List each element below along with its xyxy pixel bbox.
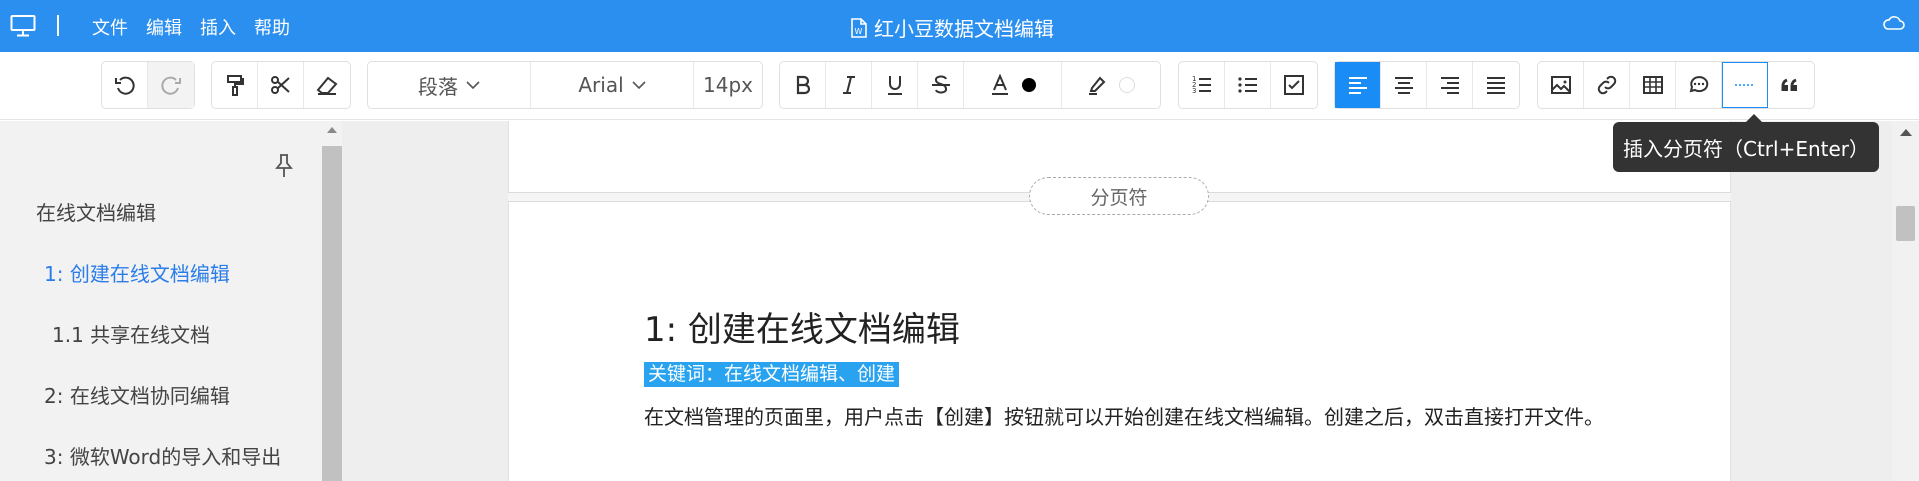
bullet-list-button[interactable] — [1225, 62, 1271, 108]
paragraph-style-select[interactable]: 段落 — [368, 62, 531, 108]
align-group — [1334, 61, 1520, 109]
insert-link-button[interactable] — [1584, 62, 1630, 108]
outline-sidebar: 在线文档编辑 1: 创建在线文档编辑 1.1 共享在线文档 2: 在线文档协同编… — [0, 121, 322, 481]
scrollbar-thumb[interactable] — [1896, 206, 1915, 241]
undo-icon — [114, 76, 135, 95]
page-break-icon — [1734, 84, 1755, 86]
insert-table-button[interactable] — [1630, 62, 1676, 108]
word-file-icon: W — [851, 17, 867, 38]
menu-help[interactable]: 帮助 — [254, 14, 290, 40]
format-painter-icon — [226, 75, 244, 96]
redo-icon — [161, 76, 181, 95]
align-center-icon — [1394, 77, 1413, 94]
cloud-icon[interactable] — [1883, 15, 1905, 31]
align-left-button[interactable] — [1335, 62, 1381, 108]
font-family-select[interactable]: Arial — [531, 62, 694, 108]
task-list-button[interactable] — [1271, 62, 1317, 108]
strikethrough-icon — [931, 75, 950, 94]
outline-item-word[interactable]: 3: 微软Word的导入和导出 — [44, 441, 281, 470]
clipboard-group — [211, 61, 351, 109]
chevron-down-icon — [466, 81, 480, 90]
insert-quote-button[interactable] — [1768, 62, 1814, 108]
insert-page-break-button[interactable] — [1722, 62, 1768, 108]
bullet-list-icon — [1237, 77, 1257, 93]
tooltip: 插入分页符（Ctrl+Enter） — [1613, 114, 1879, 172]
monitor-icon[interactable] — [10, 14, 36, 38]
insert-comment-button[interactable] — [1676, 62, 1722, 108]
ordered-list-button[interactable]: 123 — [1179, 62, 1225, 108]
eraser-icon — [316, 76, 338, 95]
image-icon — [1550, 76, 1571, 94]
top-bar: 文件 编辑 插入 帮助 W 红小豆数据文档编辑 — [0, 0, 1919, 52]
document-paragraph[interactable]: 在文档管理的页面里，用户点击【创建】按钮就可以开始创建在线文档编辑。创建之后，双… — [644, 402, 1604, 433]
bold-icon — [796, 75, 810, 95]
outline-item-share[interactable]: 1.1 共享在线文档 — [52, 319, 210, 348]
menu-bar: 文件 编辑 插入 帮助 — [92, 14, 308, 40]
font-color-icon — [991, 73, 1008, 95]
scroll-up-arrow[interactable] — [1900, 129, 1912, 136]
outline-item-doc[interactable]: 在线文档编辑 — [36, 197, 156, 226]
link-icon — [1597, 75, 1616, 95]
align-left-icon — [1348, 77, 1367, 94]
strikethrough-button[interactable] — [918, 62, 964, 108]
menu-file[interactable]: 文件 — [92, 14, 128, 40]
color-swatch-icon — [1021, 78, 1036, 92]
document-heading[interactable]: 1: 创建在线文档编辑 — [644, 302, 960, 351]
document-scrollbar[interactable] — [1892, 121, 1919, 481]
comment-icon — [1689, 76, 1708, 93]
highlight-color-button[interactable] — [1062, 62, 1160, 108]
table-icon — [1642, 76, 1663, 94]
cut-button[interactable] — [258, 62, 304, 108]
list-group: 123 — [1178, 61, 1318, 109]
checkbox-icon — [1284, 75, 1304, 95]
clear-format-button[interactable] — [304, 62, 350, 108]
italic-icon — [842, 76, 855, 94]
page-break-label: 分页符 — [1029, 177, 1209, 215]
text-color-dot — [1021, 78, 1036, 92]
undo-button[interactable] — [102, 62, 148, 108]
align-right-icon — [1440, 77, 1459, 94]
pin-icon[interactable] — [273, 153, 295, 179]
paragraph-style-value: 段落 — [418, 74, 458, 99]
svg-text:W: W — [855, 27, 863, 36]
align-justify-button[interactable] — [1473, 62, 1519, 108]
format-painter-button[interactable] — [212, 62, 258, 108]
scrollbar-thumb[interactable] — [322, 146, 342, 481]
document-title: W 红小豆数据文档编辑 — [850, 13, 1054, 42]
scissors-icon — [270, 76, 290, 94]
align-right-button[interactable] — [1427, 62, 1473, 108]
outline-item-create[interactable]: 1: 创建在线文档编辑 — [44, 258, 230, 287]
underline-button[interactable] — [872, 62, 918, 108]
underline-icon — [887, 76, 902, 95]
toolbar: 段落 Arial 14px 1 2 3 — [0, 52, 1919, 120]
align-justify-icon — [1487, 77, 1505, 94]
scroll-up-arrow[interactable] — [327, 127, 337, 133]
text-color-button[interactable] — [964, 62, 1062, 108]
font-size-value: 14px — [703, 73, 753, 97]
menu-edit[interactable]: 编辑 — [146, 14, 182, 40]
svg-text:3: 3 — [1192, 87, 1196, 95]
align-center-button[interactable] — [1381, 62, 1427, 108]
menu-insert[interactable]: 插入 — [200, 14, 236, 40]
font-family-value: Arial — [578, 73, 624, 97]
document-title-text: 红小豆数据文档编辑 — [874, 17, 1054, 41]
insert-group — [1537, 61, 1815, 109]
history-group — [101, 61, 195, 109]
highlighter-icon — [1089, 76, 1106, 95]
insert-image-button[interactable] — [1538, 62, 1584, 108]
redo-button[interactable] — [148, 62, 194, 108]
divider — [57, 15, 59, 36]
color-swatch-icon — [1119, 77, 1135, 93]
font-size-select[interactable]: 14px — [694, 62, 762, 108]
chevron-down-icon — [632, 81, 646, 90]
text-style-group — [779, 61, 1161, 109]
keywords-selected-text[interactable]: 关键词：在线文档编辑、创建 — [644, 362, 900, 387]
bold-button[interactable] — [780, 62, 826, 108]
quote-icon — [1781, 78, 1797, 91]
font-group: 段落 Arial 14px — [367, 61, 763, 109]
italic-button[interactable] — [826, 62, 872, 108]
sidebar-scrollbar[interactable] — [322, 121, 342, 481]
outline-item-collab[interactable]: 2: 在线文档协同编辑 — [44, 380, 230, 409]
ordered-list-icon: 123 — [1192, 75, 1211, 95]
